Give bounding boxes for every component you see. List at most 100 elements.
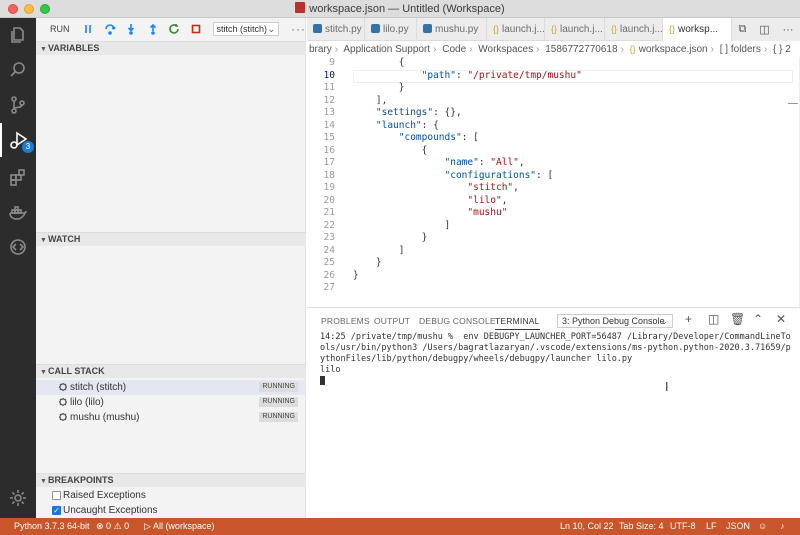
breakpoints-section-header[interactable]: ▼BREAKPOINTS (36, 473, 306, 487)
pause-button[interactable] (78, 18, 100, 40)
debug-sidebar: RUN stitch (stitch) ⌄ ··· ▼VARIABLES ▼WA… (36, 18, 306, 518)
encoding[interactable]: UTF-8 (670, 518, 696, 535)
tab-debug-console[interactable]: DEBUG CONSOLE (419, 316, 496, 326)
tab-problems[interactable]: PROBLEMS (321, 316, 370, 326)
chevron-down-icon: ▼ (40, 237, 47, 244)
tab-launch-json-2[interactable]: {} launch.j... (545, 18, 605, 41)
terminal-line: ols/usr/bin/python3 /Users/bagratlazarya… (320, 343, 791, 353)
tab-terminal[interactable]: TERMINAL (495, 316, 540, 330)
terminal-line: ythonFiles/lib/python/debugpy/wheels/deb… (320, 354, 633, 364)
call-stack-item[interactable]: stitch (stitch) RUNNING (36, 380, 306, 395)
variables-section-header[interactable]: ▼VARIABLES (36, 41, 306, 55)
remote-explorer-icon[interactable] (0, 230, 36, 264)
stop-icon (191, 24, 201, 34)
code-line: 14 "launch": { (323, 119, 439, 131)
raised-exceptions-checkbox[interactable] (52, 491, 61, 500)
code-editor[interactable]: 9 { 10 "path": "/private/tmp/mushu" 11 }… (307, 57, 800, 307)
tab-output[interactable]: OUTPUT (374, 316, 410, 326)
terminal-line: lilo (320, 365, 341, 375)
search-icon[interactable] (0, 53, 36, 87)
split-terminal-icon[interactable]: ◫ (708, 312, 719, 326)
call-stack-item[interactable]: mushu (mushu) RUNNING (36, 410, 306, 425)
split-editor-icon[interactable]: ◫ (759, 23, 769, 36)
call-stack-section-header[interactable]: ▼CALL STACK (36, 364, 306, 378)
window-title: workspace.json — Untitled (Workspace) (309, 3, 505, 15)
run-debug-icon[interactable]: 3 (0, 123, 36, 157)
debug-session-select[interactable]: stitch (stitch) ⌄ (212, 22, 280, 36)
code-line: 18 "configurations": [ (323, 169, 554, 181)
status-bar: Python 3.7.3 64-bit ⊗ 0 ⚠ 0 ▷ All (works… (0, 518, 800, 535)
play-icon: ▷ (144, 521, 153, 531)
chevron-down-icon: ▼ (40, 478, 47, 485)
breakpoint-item[interactable]: ✓ Uncaught Exceptions (36, 503, 306, 518)
code-line: 20 "lilo", (323, 194, 508, 206)
tab-launch-json-3[interactable]: {} launch.j... (605, 18, 663, 41)
code-line: 12 ], (323, 94, 388, 106)
breadcrumb-item[interactable]: workspace.json (639, 44, 708, 55)
feedback-icon[interactable]: ☺ (758, 518, 767, 535)
debug-badge: 3 (22, 141, 34, 153)
terminal-select[interactable]: 3: Python Debug Console ⌄ (557, 314, 673, 328)
trash-icon[interactable]: 🗑 (730, 312, 745, 326)
new-terminal-icon[interactable]: + (685, 312, 692, 326)
step-over-button[interactable] (99, 18, 121, 40)
status-badge: RUNNING (259, 382, 298, 392)
terminal-cursor (320, 376, 325, 385)
docker-icon[interactable] (0, 195, 36, 229)
step-into-icon (128, 24, 135, 35)
explorer-icon[interactable] (0, 18, 36, 52)
more-actions-icon[interactable]: ··· (783, 24, 794, 36)
breadcrumb-item[interactable]: Application Support (343, 44, 430, 55)
editor-tabs: stitch.py lilo.py mushu.py {} launch.j...… (307, 18, 800, 41)
pause-icon (85, 25, 92, 33)
stop-button[interactable] (185, 18, 207, 40)
breadcrumb-item[interactable]: 1586772770618 (545, 44, 617, 55)
python-interpreter[interactable]: Python 3.7.3 64-bit (14, 518, 90, 535)
maximize-panel-icon[interactable]: ⌃ (753, 312, 763, 326)
chevron-down-icon: ⌄ (660, 316, 668, 326)
call-stack-item[interactable]: lilo (lilo) RUNNING (36, 395, 306, 410)
breadcrumb-item[interactable]: Code (442, 44, 466, 55)
extensions-icon[interactable] (0, 160, 36, 194)
thread-icon (58, 397, 68, 407)
cursor-position[interactable]: Ln 10, Col 22 (560, 518, 614, 535)
restart-button[interactable] (164, 18, 186, 40)
notifications-bell-icon[interactable]: ♪ (780, 518, 785, 535)
code-line: 23 } (323, 232, 428, 243)
more-actions-icon[interactable]: ··· (291, 22, 306, 36)
problems-status[interactable]: ⊗ 0 ⚠ 0 (96, 518, 129, 535)
watch-section-header[interactable]: ▼WATCH (36, 232, 306, 246)
code-line: 13 "settings": {}, (323, 107, 462, 118)
chevron-down-icon: ▼ (40, 46, 47, 53)
uncaught-exceptions-checkbox[interactable]: ✓ (52, 506, 61, 515)
language-mode[interactable]: JSON (726, 518, 750, 535)
code-line: 25 } (323, 257, 382, 268)
tab-mushu-py[interactable]: mushu.py (417, 18, 487, 41)
status-badge: RUNNING (259, 412, 298, 422)
tab-lilo-py[interactable]: lilo.py (365, 18, 417, 41)
open-changes-icon[interactable]: ⧉ (738, 23, 746, 36)
breadcrumb-item[interactable]: { } 2 (773, 44, 791, 55)
breadcrumb-item[interactable]: [ ] folders (720, 44, 761, 55)
manage-gear-icon[interactable] (0, 481, 36, 515)
line-ending[interactable]: LF (706, 518, 717, 535)
launch-config-status[interactable]: ▷ All (workspace) (144, 518, 214, 535)
tab-workspace-json[interactable]: {} worksp... (663, 18, 732, 41)
breakpoint-item[interactable]: Raised Exceptions (36, 488, 306, 503)
step-out-button[interactable] (142, 18, 164, 40)
code-line: 27 (323, 282, 335, 293)
restart-icon (169, 24, 180, 34)
terminal-output[interactable]: 14:25 /private/tmp/mushu % env DEBUGPY_L… (320, 332, 791, 388)
code-line: 19 "stitch", (323, 182, 519, 193)
breadcrumb-item[interactable]: Workspaces (478, 44, 533, 55)
thread-icon (58, 412, 68, 422)
tab-launch-json-1[interactable]: {} launch.j... (487, 18, 545, 41)
breadcrumb-item[interactable]: brary (309, 44, 332, 55)
tab-size[interactable]: Tab Size: 4 (619, 518, 664, 535)
step-out-icon (149, 23, 156, 35)
source-control-icon[interactable] (0, 88, 36, 122)
python-file-icon (371, 24, 380, 33)
tab-stitch-py[interactable]: stitch.py (307, 18, 365, 41)
step-into-button[interactable] (121, 18, 143, 40)
close-panel-icon[interactable]: ✕ (776, 312, 786, 326)
